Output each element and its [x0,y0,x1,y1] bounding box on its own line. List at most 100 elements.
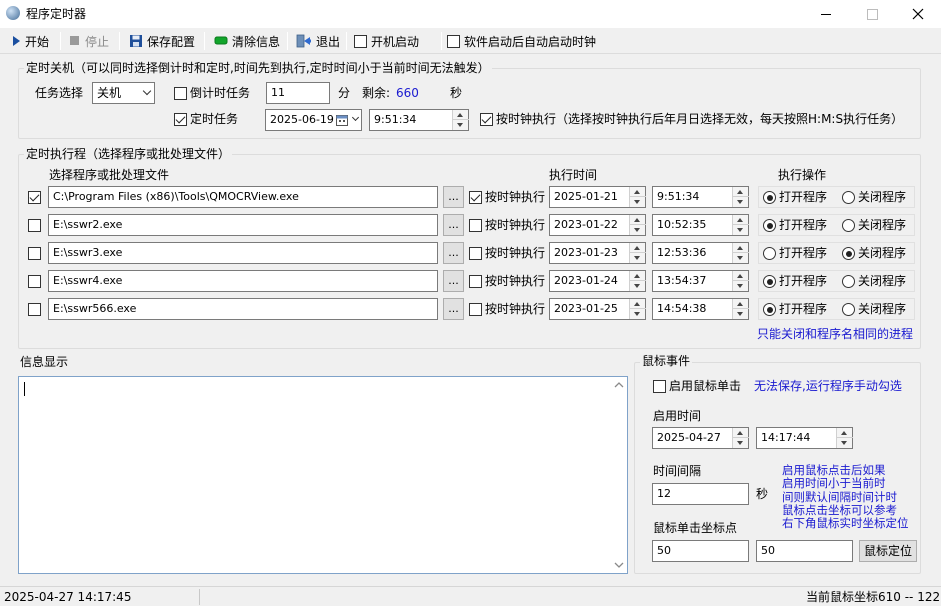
row-date-spinner[interactable]: 2023-01-25 [549,298,646,320]
row-date-spinner[interactable]: 2025-01-21 [549,186,646,208]
timed-task-checkbox[interactable] [174,112,187,126]
timed-task-check[interactable] [174,113,187,126]
auto-clock-checkbox[interactable]: 软件启动后自动启动时钟 [444,30,599,52]
row-browse-button[interactable]: ... [443,270,464,292]
row-by-clock-checkbox[interactable] [469,218,482,232]
mouse-time-spinner[interactable]: 14:17:44 [756,427,853,449]
spinner-buttons[interactable] [732,243,749,263]
coord-y-input[interactable]: 50 [756,540,853,562]
row-open-radio[interactable] [763,246,776,260]
row-date-spinner[interactable]: 2023-01-22 [549,214,646,236]
minimize-button[interactable] [803,0,849,28]
row-enable-check[interactable] [28,247,41,260]
scroll-up-button[interactable] [612,378,626,392]
row-date-spinner[interactable]: 2023-01-24 [549,270,646,292]
row-enable-check[interactable] [28,303,41,316]
row-enable-checkbox[interactable] [28,246,41,260]
row-close-radio[interactable] [842,190,855,204]
close-radio[interactable] [842,303,855,316]
row-by-clock-checkbox[interactable] [469,302,482,316]
spinner-buttons[interactable] [836,428,853,448]
countdown-minutes-input[interactable]: 11 [266,82,330,104]
startup-check[interactable] [354,34,367,48]
close-radio[interactable] [842,219,855,232]
close-button[interactable] [895,0,941,28]
close-radio[interactable] [842,247,855,260]
open-radio[interactable] [763,191,776,204]
close-radio[interactable] [842,191,855,204]
row-enable-checkbox[interactable] [28,190,41,204]
startup-checkbox[interactable]: 开机启动 [351,30,422,52]
row-close-radio[interactable] [842,274,855,288]
by-clock-check[interactable] [480,113,493,126]
coord-x-input[interactable]: 50 [652,540,749,562]
scroll-down-button[interactable] [612,558,626,572]
spinner-buttons[interactable] [629,243,646,263]
clear-info-button[interactable]: 清除信息 [211,30,283,52]
row-open-radio[interactable] [763,302,776,316]
shutdown-time-spinner[interactable]: 9:51:34 [369,109,469,131]
row-path-input[interactable]: E:\sswr3.exe [48,242,438,264]
spinner-buttons[interactable] [629,299,646,319]
spinner-buttons[interactable] [732,271,749,291]
shutdown-date-picker[interactable]: 2025-06-19 [265,109,362,131]
spinner-buttons[interactable] [732,299,749,319]
close-radio[interactable] [842,275,855,288]
open-radio[interactable] [763,247,776,260]
row-by-clock-checkbox[interactable] [469,190,482,204]
row-by-clock-check[interactable] [469,303,482,316]
row-enable-check[interactable] [28,219,41,232]
enable-click-check[interactable] [653,380,666,393]
countdown-check[interactable] [174,87,187,100]
save-config-button[interactable]: 保存配置 [126,30,198,52]
row-browse-button[interactable]: ... [443,298,464,320]
auto-clock-check[interactable] [447,34,460,48]
countdown-checkbox[interactable] [174,86,187,100]
row-browse-button[interactable]: ... [443,186,464,208]
row-enable-checkbox[interactable] [28,302,41,316]
spinner-buttons[interactable] [629,215,646,235]
stop-button[interactable]: 停止 [66,30,112,52]
row-close-radio[interactable] [842,218,855,232]
row-open-radio[interactable] [763,218,776,232]
info-textarea[interactable] [18,376,628,574]
row-open-radio[interactable] [763,190,776,204]
spinner-buttons[interactable] [629,271,646,291]
exit-button[interactable]: 退出 [293,30,343,52]
row-time-spinner[interactable]: 12:53:36 [652,242,749,264]
row-by-clock-check[interactable] [469,275,482,288]
open-radio[interactable] [763,303,776,316]
spinner-buttons[interactable] [732,428,749,448]
row-path-input[interactable]: E:\sswr566.exe [48,298,438,320]
row-open-radio[interactable] [763,274,776,288]
spinner-buttons[interactable] [452,110,469,130]
row-enable-checkbox[interactable] [28,218,41,232]
maximize-button[interactable] [849,0,895,28]
row-time-spinner[interactable]: 13:54:37 [652,270,749,292]
mouse-date-spinner[interactable]: 2025-04-27 [652,427,749,449]
row-time-spinner[interactable]: 10:52:35 [652,214,749,236]
spinner-buttons[interactable] [732,187,749,207]
row-by-clock-check[interactable] [469,247,482,260]
task-select[interactable]: 关机 [92,82,155,104]
row-browse-button[interactable]: ... [443,242,464,264]
mouse-locate-button[interactable]: 鼠标定位 [859,540,917,562]
row-by-clock-checkbox[interactable] [469,274,482,288]
row-path-input[interactable]: C:\Program Files (x86)\Tools\QMOCRView.e… [48,186,438,208]
row-time-spinner[interactable]: 14:54:38 [652,298,749,320]
row-by-clock-check[interactable] [469,219,482,232]
row-enable-check[interactable] [28,191,41,204]
row-close-radio[interactable] [842,302,855,316]
enable-click-checkbox[interactable] [653,379,666,393]
interval-input[interactable]: 12 [652,483,749,505]
spinner-buttons[interactable] [732,215,749,235]
row-by-clock-check[interactable] [469,191,482,204]
row-enable-checkbox[interactable] [28,274,41,288]
row-path-input[interactable]: E:\sswr2.exe [48,214,438,236]
row-path-input[interactable]: E:\sswr4.exe [48,270,438,292]
row-date-spinner[interactable]: 2023-01-23 [549,242,646,264]
open-radio[interactable] [763,275,776,288]
open-radio[interactable] [763,219,776,232]
row-browse-button[interactable]: ... [443,214,464,236]
row-enable-check[interactable] [28,275,41,288]
